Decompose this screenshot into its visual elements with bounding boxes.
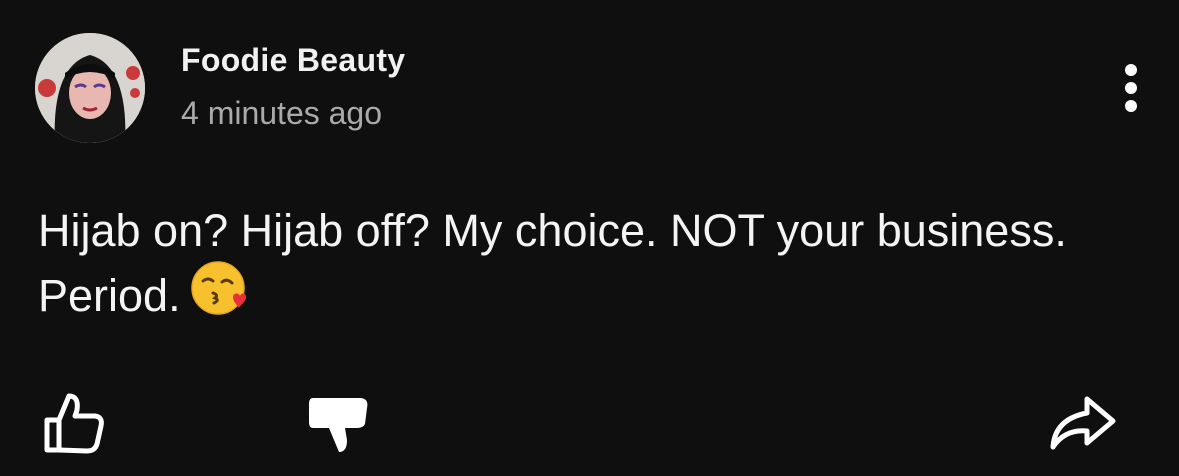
post-timestamp: 4 minutes ago [181,95,383,131]
share-icon [1050,396,1116,450]
author-name[interactable]: Foodie Beauty [181,42,405,79]
author-avatar[interactable] [35,33,145,143]
kissing-face-with-heart-emoji [189,259,247,334]
share-button[interactable] [1040,385,1124,461]
more-vertical-icon [1125,64,1137,112]
community-post: Foodie Beauty 4 minutes ago Hijab on? Hi… [0,0,1179,476]
avatar-image [35,33,145,143]
thumbs-down-icon [309,398,368,452]
more-options-button[interactable] [1108,56,1154,120]
dislike-button[interactable] [298,385,378,461]
post-body: Hijab on? Hijab off? My choice. NOT your… [38,198,1138,334]
like-button[interactable] [34,385,114,461]
thumbs-up-icon [44,393,104,454]
